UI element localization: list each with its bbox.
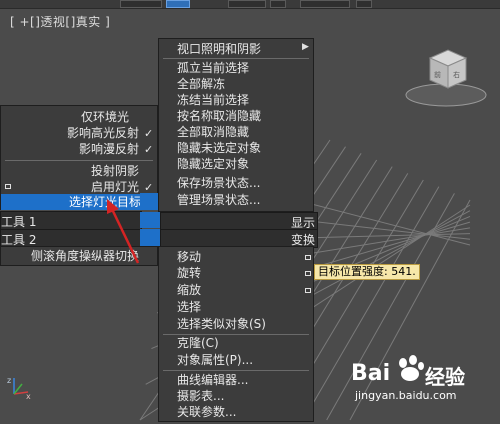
viewport-label[interactable]: [ +[]透视[]真实 ]	[10, 13, 110, 30]
menu-item-dope-sheet[interactable]: 摄影表...	[177, 388, 224, 404]
menu-item-ambient-only[interactable]: 仅环境光	[81, 109, 129, 125]
menu-item-save-scene-state[interactable]: 保存场景状态...	[177, 175, 260, 191]
menu-item-wire-parameters[interactable]: 关联参数...	[177, 404, 236, 420]
menu-item-clone[interactable]: 克隆(C)	[177, 335, 219, 351]
quad-title-display[interactable]: 显示	[160, 212, 318, 230]
quad-menu-right-top: 视口照明和阴影 ▶ 孤立当前选择 全部解冻 冻结当前选择 按名称取消隐藏 全部取…	[158, 38, 314, 212]
menu-item-isolate-selection[interactable]: 孤立当前选择	[177, 60, 249, 76]
menu-item-move[interactable]: 移动	[177, 249, 201, 265]
square-icon	[5, 184, 11, 189]
checkmark-icon: ✓	[144, 127, 154, 140]
menu-item-unfreeze-all[interactable]: 全部解冻	[177, 76, 225, 92]
menu-item-affect-specular[interactable]: 影响高光反射	[67, 125, 139, 141]
svg-text:右: 右	[453, 70, 460, 79]
menu-item-enable-light[interactable]: 启用灯光	[91, 179, 139, 195]
menu-item-unhide-by-name[interactable]: 按名称取消隐藏	[177, 108, 261, 124]
main-toolbar	[0, 0, 500, 9]
menu-item-unhide-all[interactable]: 全部取消隐藏	[177, 124, 249, 140]
settings-box-icon[interactable]	[305, 288, 311, 293]
toolbar-button[interactable]	[120, 0, 162, 8]
baidu-jingyan-watermark: Bai 经验 jingyan.baidu.com	[351, 355, 500, 405]
svg-text:z: z	[7, 376, 11, 385]
menu-separator	[163, 58, 309, 59]
toolbar-button[interactable]	[270, 0, 286, 8]
menu-item-hide-selection[interactable]: 隐藏选定对象	[177, 156, 249, 172]
select-tool-button[interactable]	[166, 0, 190, 8]
submenu-arrow-icon: ▶	[302, 42, 309, 52]
menu-separator	[5, 160, 153, 161]
checkmark-icon: ✓	[144, 143, 154, 156]
axis-tripod-icon: z x	[7, 376, 31, 400]
menu-item-select-similar[interactable]: 选择类似对象(S)	[177, 316, 266, 332]
settings-box-icon[interactable]	[305, 271, 311, 276]
menu-item-rotate[interactable]: 旋转	[177, 265, 201, 281]
svg-text:前: 前	[434, 70, 441, 79]
toolbar-button[interactable]	[300, 0, 350, 8]
target-distance-tooltip: 目标位置强度: 541.	[314, 264, 420, 280]
menu-item-curve-editor[interactable]: 曲线编辑器...	[177, 372, 248, 388]
menu-item-cast-shadows[interactable]: 投射阴影	[91, 163, 139, 179]
menu-item-scale[interactable]: 缩放	[177, 282, 201, 298]
annotation-arrow	[107, 199, 140, 264]
menu-item-viewport-lighting-shadows[interactable]: 视口照明和阴影	[177, 41, 261, 57]
toolbar-button[interactable]	[228, 0, 266, 8]
viewcube-icon[interactable]: 前 右	[400, 40, 492, 110]
toolbar-button[interactable]	[356, 0, 372, 8]
paw-logo-icon	[399, 355, 424, 381]
menu-item-object-properties[interactable]: 对象属性(P)...	[177, 352, 253, 368]
svg-text:x: x	[26, 392, 31, 400]
settings-box-icon[interactable]	[305, 255, 311, 260]
menu-item-hide-unselected[interactable]: 隐藏未选定对象	[177, 140, 261, 156]
menu-item-affect-diffuse[interactable]: 影响漫反射	[79, 141, 139, 157]
menu-item-freeze-selection[interactable]: 冻结当前选择	[177, 92, 249, 108]
menu-item-select[interactable]: 选择	[177, 299, 201, 315]
menu-item-manage-scene-states[interactable]: 管理场景状态...	[177, 192, 260, 208]
menu-separator	[163, 370, 309, 371]
quad-menu-right-bottom: 移动 旋转 缩放 选择 选择类似对象(S) 克隆(C) 对象属性(P)... 曲…	[158, 246, 314, 422]
